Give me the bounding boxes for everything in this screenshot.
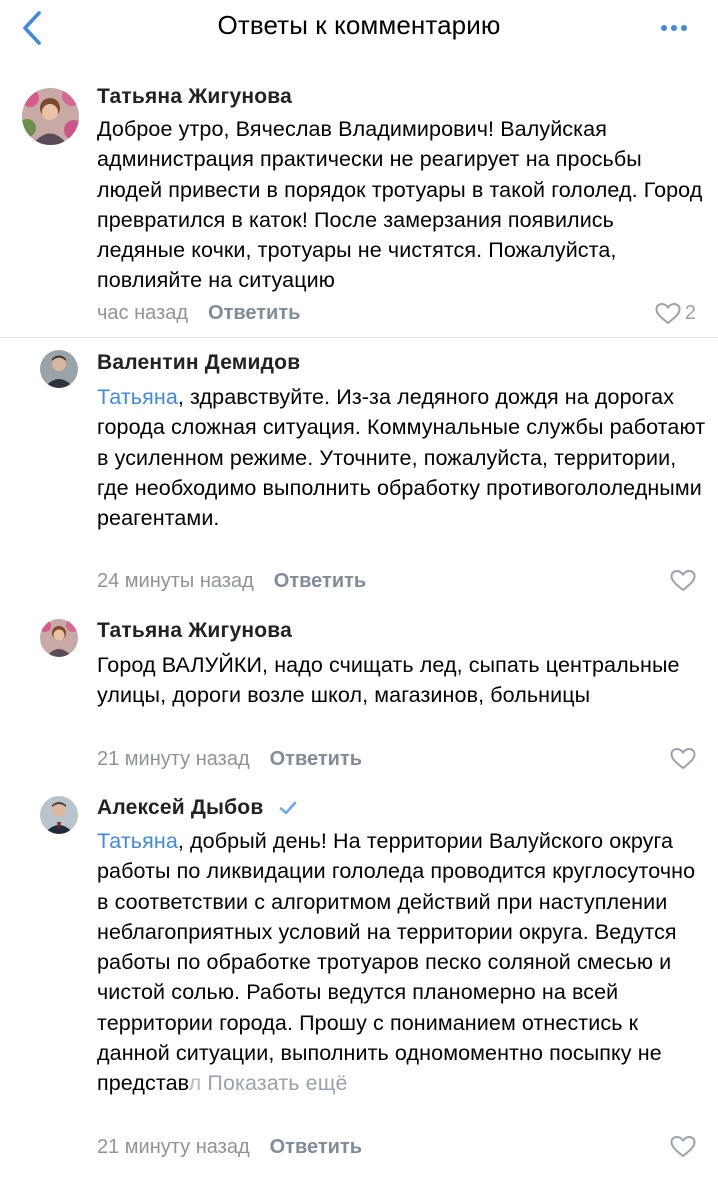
comment-time: час назад: [97, 302, 189, 324]
more-button[interactable]: [654, 14, 694, 42]
comment-author[interactable]: Татьяна Жигунова: [97, 619, 292, 643]
comment-meta: час назад Ответить: [97, 302, 300, 325]
reply-button[interactable]: Ответить: [270, 1136, 362, 1158]
comment-text: Город ВАЛУЙКИ, надо счищать лед, сыпать …: [97, 653, 680, 708]
comment-meta: 21 минуту назад Ответить: [97, 1136, 362, 1159]
comment-item: Татьяна Жигунова Город ВАЛУЙКИ, надо счи…: [0, 604, 718, 782]
more-horizontal-icon: [661, 25, 667, 31]
heart-icon: [670, 748, 696, 770]
show-more-link[interactable]: Показать ещё: [207, 1071, 347, 1095]
heart-icon: [670, 570, 696, 592]
comment-text: Доброе утро, Вячеслав Владимирович! Валу…: [97, 117, 703, 293]
author-name: Алексей Дыбов: [97, 796, 264, 819]
avatar-image: [40, 619, 78, 657]
mention-link[interactable]: Татьяна: [97, 829, 178, 853]
comment-meta: 24 минуты назад Ответить: [97, 570, 366, 593]
more-dot: [671, 25, 677, 31]
comment-time: 21 минуту назад: [97, 748, 250, 770]
avatar[interactable]: [40, 350, 78, 388]
like-button[interactable]: [670, 748, 696, 770]
avatar[interactable]: [40, 796, 78, 834]
comment-body: , добрый день! На территории Валуйского …: [97, 829, 696, 1096]
reply-button[interactable]: Ответить: [208, 302, 300, 324]
comment-time: 21 минуту назад: [97, 1136, 250, 1158]
avatar[interactable]: [40, 619, 78, 657]
avatar-image: [22, 88, 79, 145]
avatar-image: [40, 796, 78, 834]
comment-author[interactable]: Алексей Дыбов: [97, 796, 298, 820]
like-button[interactable]: [670, 570, 696, 592]
mention-link[interactable]: Татьяна: [97, 385, 178, 409]
like-button[interactable]: 2: [655, 302, 696, 325]
like-count: 2: [684, 302, 696, 324]
comment-time: 24 минуты назад: [97, 570, 254, 592]
comment-author[interactable]: Татьяна Жигунова: [97, 85, 292, 109]
reply-button[interactable]: Ответить: [270, 748, 362, 770]
more-dot: [681, 25, 687, 31]
comment-item: Валентин Демидов Татьяна, здравствуйте. …: [0, 338, 718, 604]
reply-button[interactable]: Ответить: [274, 570, 366, 592]
avatar[interactable]: [22, 88, 79, 145]
page-title: Ответы к комментарию: [217, 10, 501, 40]
comment-body-fade: л: [188, 1071, 202, 1096]
avatar-image: [40, 350, 78, 388]
top-bar: Ответы к комментарию: [0, 0, 718, 60]
comment-text: Татьяна, добрый день! На территории Валу…: [97, 826, 707, 1099]
heart-icon: [670, 1136, 696, 1158]
comment-author[interactable]: Валентин Демидов: [97, 351, 300, 375]
comment-meta: 21 минуту назад Ответить: [97, 748, 362, 771]
comment-item: Алексей Дыбов Татьяна, добрый день! На т…: [0, 782, 718, 1200]
heart-icon: [655, 302, 681, 324]
verified-icon: [279, 802, 296, 815]
comment-item: Татьяна Жигунова Доброе утро, Вячеслав В…: [0, 60, 718, 338]
like-button[interactable]: [670, 1136, 696, 1158]
comment-text: Татьяна, здравствуйте. Из-за ледяного до…: [97, 382, 707, 533]
comment-body: , здравствуйте. Из-за ледяного дождя на …: [97, 385, 706, 531]
